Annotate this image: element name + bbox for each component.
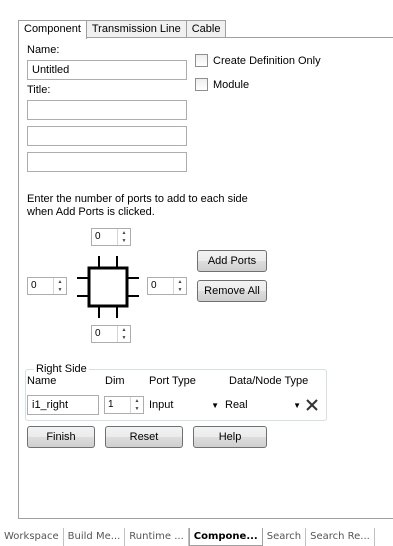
port-name-field[interactable]: i1_right	[27, 395, 99, 415]
spin-down-icon[interactable]: ▼	[118, 237, 130, 245]
dropdown-arrow-icon[interactable]: ▼	[293, 401, 301, 410]
dropdown-arrow-icon[interactable]: ▼	[211, 401, 219, 410]
spin-down-icon[interactable]: ▼	[54, 286, 66, 294]
dim-stepper[interactable]: 1 ▲ ▼	[104, 396, 144, 414]
dim-value: 1	[108, 399, 114, 410]
tab-transmission-line[interactable]: Transmission Line	[85, 20, 187, 38]
top-tabstrip: Component Transmission Line Cable	[18, 20, 227, 39]
reset-button[interactable]: Reset	[105, 426, 183, 448]
name-field[interactable]: Untitled	[27, 60, 187, 80]
bottom-tab-build-messages[interactable]: Build Me...	[64, 528, 126, 546]
right-side-group-title: Right Side	[34, 363, 89, 375]
tab-cable[interactable]: Cable	[185, 20, 227, 38]
spin-arrows[interactable]: ▲ ▼	[117, 229, 130, 245]
port-type-select[interactable]: Input ▼	[149, 395, 219, 415]
spin-arrows[interactable]: ▲ ▼	[173, 278, 186, 294]
bottom-ports-stepper[interactable]: 0 ▲ ▼	[91, 325, 131, 343]
title-field-line-3[interactable]	[27, 152, 187, 172]
spin-down-icon[interactable]: ▼	[118, 334, 130, 342]
col-port-type-header: Port Type	[149, 375, 196, 387]
bottom-tabstrip: Workspace Build Me... Runtime ... Compon…	[0, 524, 393, 546]
data-type-select[interactable]: Real ▼	[225, 395, 301, 415]
component-panel: Name: Untitled Title: Create Definition …	[18, 37, 393, 519]
ports-instruction-line-2: when Add Ports is clicked.	[27, 206, 155, 218]
top-ports-stepper[interactable]: 0 ▲ ▼	[91, 228, 131, 246]
spin-up-icon[interactable]: ▲	[131, 397, 143, 405]
ports-instruction-line-1: Enter the number of ports to add to each…	[27, 193, 248, 205]
col-name-header: Name	[27, 375, 57, 387]
col-dim-header: Dim	[105, 375, 125, 387]
finish-button[interactable]: Finish	[27, 426, 95, 448]
create-definition-only-label: Create Definition Only	[213, 54, 321, 67]
bottom-tab-component[interactable]: Compone...	[188, 528, 263, 546]
spin-up-icon[interactable]: ▲	[174, 278, 186, 286]
spin-up-icon[interactable]: ▲	[118, 326, 130, 334]
right-ports-stepper[interactable]: 0 ▲ ▼	[147, 277, 187, 295]
bottom-tab-search-results[interactable]: Search Re...	[306, 528, 375, 546]
delete-port-icon[interactable]	[305, 398, 319, 412]
bottom-tab-workspace[interactable]: Workspace	[0, 528, 64, 546]
title-label: Title:	[27, 84, 51, 96]
module-checkbox[interactable]: Module	[195, 78, 249, 91]
right-ports-value: 0	[151, 280, 157, 291]
help-button[interactable]: Help	[193, 426, 267, 448]
create-definition-only-checkbox[interactable]: Create Definition Only	[195, 54, 321, 67]
spin-arrows[interactable]: ▲ ▼	[130, 397, 143, 413]
module-label: Module	[213, 78, 250, 91]
bottom-tab-search[interactable]: Search	[263, 528, 307, 546]
col-data-type-header: Data/Node Type	[229, 375, 309, 387]
left-ports-value: 0	[31, 280, 37, 291]
name-label: Name:	[27, 44, 60, 56]
title-field-line-2[interactable]	[27, 126, 187, 146]
spin-up-icon[interactable]: ▲	[118, 229, 130, 237]
remove-all-button[interactable]: Remove All	[197, 280, 267, 302]
port-type-value: Input	[149, 399, 174, 411]
bottom-tab-runtime[interactable]: Runtime ...	[125, 528, 189, 546]
add-ports-button[interactable]: Add Ports	[197, 250, 267, 272]
tab-component[interactable]: Component	[18, 20, 87, 39]
left-ports-stepper[interactable]: 0 ▲ ▼	[27, 277, 67, 295]
data-type-value: Real	[225, 399, 248, 411]
spin-arrows[interactable]: ▲ ▼	[53, 278, 66, 294]
spin-up-icon[interactable]: ▲	[54, 278, 66, 286]
top-ports-value: 0	[95, 231, 101, 242]
component-box-icon	[77, 256, 139, 318]
spin-down-icon[interactable]: ▼	[174, 286, 186, 294]
checkbox-box	[195, 54, 208, 67]
spin-arrows[interactable]: ▲ ▼	[117, 326, 130, 342]
spin-down-icon[interactable]: ▼	[131, 405, 143, 413]
bottom-ports-value: 0	[95, 328, 101, 339]
checkbox-box	[195, 78, 208, 91]
title-field-line-1[interactable]	[27, 100, 187, 120]
